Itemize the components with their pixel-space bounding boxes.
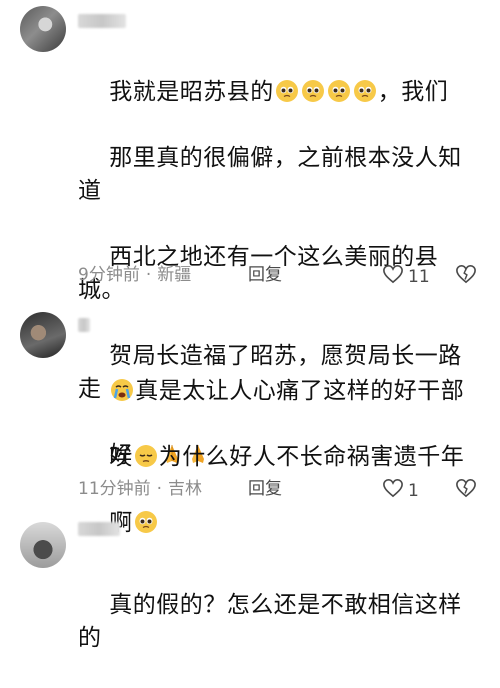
pleading-face-icon [133, 510, 159, 536]
meta-separator: · [145, 265, 152, 285]
pleading-face-icon [274, 79, 300, 105]
avatar[interactable] [20, 6, 66, 52]
like-count: 11 [408, 267, 430, 287]
username-redacted[interactable] [78, 318, 90, 332]
crying-face-icon [109, 378, 135, 404]
avatar[interactable] [20, 312, 66, 358]
dislike-button[interactable] [455, 478, 477, 500]
username-redacted[interactable] [78, 14, 126, 28]
like-count: 1 [408, 481, 419, 501]
pensive-face-icon [133, 444, 159, 470]
comment-location: 吉林 [168, 479, 203, 499]
like-button[interactable]: 11 [382, 264, 430, 290]
comment-meta: 9分钟前 · 新疆 [78, 264, 197, 286]
comment-text-line: 唉 [109, 444, 133, 470]
comment-text: 真的假的？怎么还是不敢相信这样的 [78, 556, 483, 688]
heart-icon [382, 264, 404, 290]
dislike-button[interactable] [455, 264, 477, 286]
broken-heart-icon [455, 264, 477, 288]
pleading-face-icon [300, 79, 326, 105]
avatar[interactable] [20, 522, 66, 568]
username-redacted[interactable] [78, 522, 120, 536]
comment-text-line: 为什么好人不长命祸害遗千年 [158, 444, 465, 470]
reply-button[interactable]: 回复 [248, 264, 282, 286]
broken-heart-icon [455, 478, 477, 502]
heart-icon [382, 478, 404, 504]
comment-text-line: ，我们 [377, 79, 449, 105]
meta-separator: · [156, 479, 163, 499]
comment-text-line: 真是太让人心痛了这样的好干部 [135, 378, 465, 404]
comment-text-line: 那里真的很偏僻，之前根本没人知道 [78, 145, 462, 204]
pleading-face-icon [352, 79, 378, 105]
pleading-face-icon [326, 79, 352, 105]
comment-text-line: 我就是昭苏县的 [109, 79, 274, 105]
like-button[interactable]: 1 [382, 478, 419, 504]
comment-location: 新疆 [157, 265, 192, 285]
comment-text-line: 真的假的？怎么还是不敢相信这样的 [78, 592, 462, 651]
reply-button[interactable]: 回复 [248, 478, 282, 500]
comment-time: 9分钟前 [78, 265, 140, 285]
comment-text: 真是太让人心痛了这样的好干部 唉为什么好人不长命祸害遗千年 啊 [78, 342, 483, 573]
comment-meta: 11分钟前 · 吉林 [78, 478, 208, 500]
comment-time: 11分钟前 [78, 479, 151, 499]
